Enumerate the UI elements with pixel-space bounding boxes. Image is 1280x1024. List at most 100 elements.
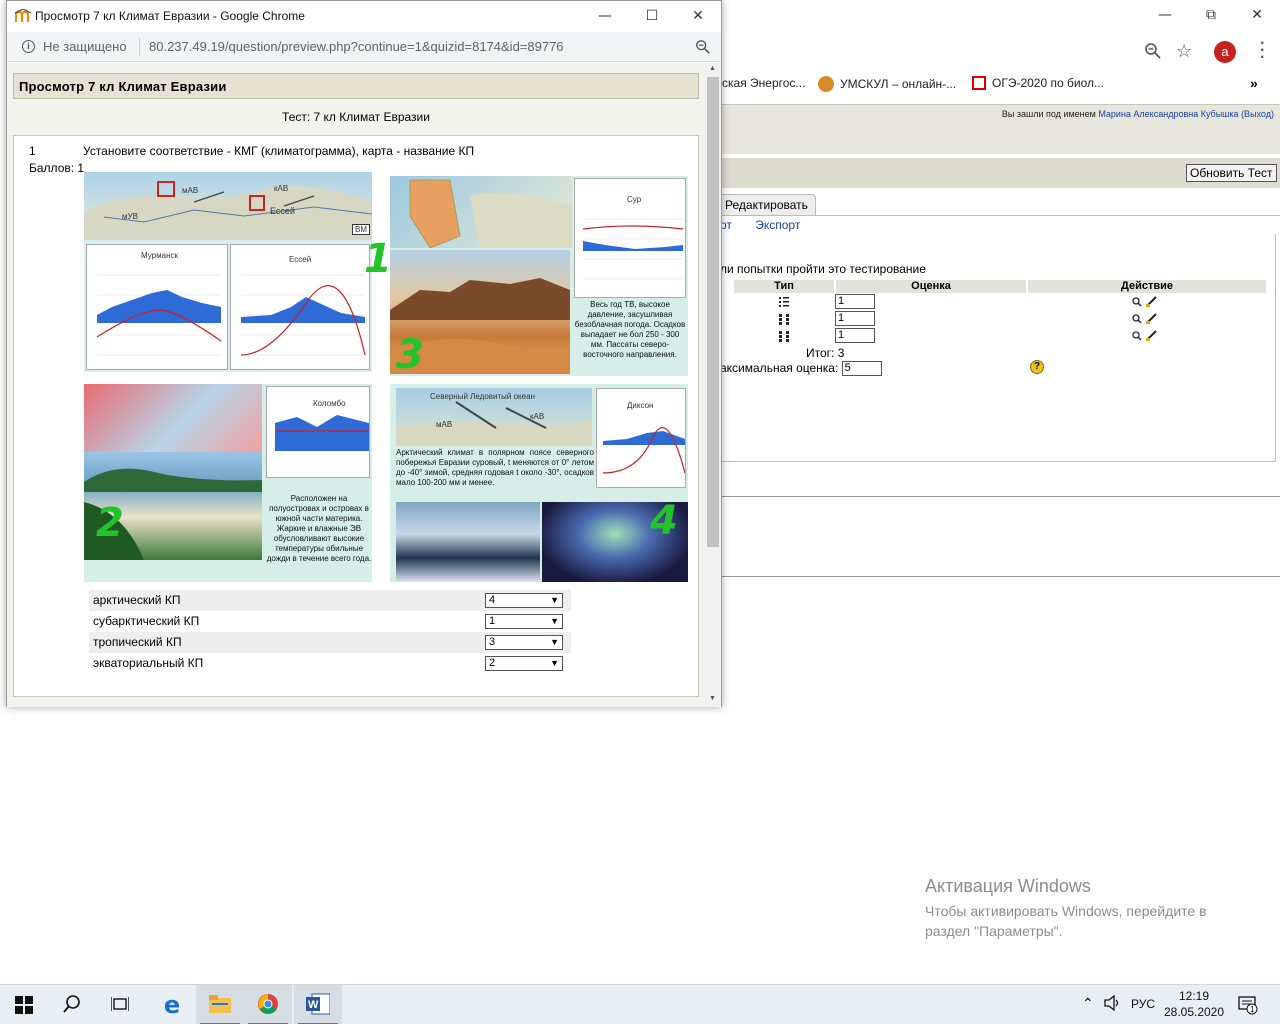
max-grade-input[interactable]: 5 xyxy=(841,361,882,377)
popup-title-text: Просмотр 7 кл Климат Евразии - Google Ch… xyxy=(35,9,305,23)
question-text: Установите соответствие - КМГ (климатогр… xyxy=(83,144,475,158)
menu-icon[interactable]: · · · xyxy=(1260,36,1265,66)
grade-input[interactable]: 1 xyxy=(835,294,875,309)
sub-tabs: рт Экспорт xyxy=(720,218,800,232)
restore-button[interactable]: ⧉ xyxy=(1188,0,1234,30)
clock-date: 28.05.2020 xyxy=(1163,1005,1225,1019)
popup-scrollbar[interactable]: ▲ ▼ xyxy=(705,63,721,707)
divider xyxy=(720,496,1280,497)
browser-toolbar: ☆ а · · · xyxy=(720,34,1280,70)
match-select[interactable]: 1 ▼ xyxy=(485,614,563,629)
language-indicator[interactable]: РУС xyxy=(1131,997,1155,1011)
zoom-icon[interactable] xyxy=(695,39,711,58)
grade-input[interactable]: 1 xyxy=(835,311,875,326)
edge-icon: e xyxy=(163,991,181,1019)
close-button[interactable]: ✕ xyxy=(1234,0,1280,30)
panel-number-2: 2 xyxy=(96,500,124,546)
scroll-up-icon[interactable]: ▲ xyxy=(709,65,716,72)
preview-icon[interactable] xyxy=(1132,331,1142,344)
map-label-kav: кАВ xyxy=(274,184,289,193)
taskbar-word[interactable]: W xyxy=(294,985,342,1024)
svg-text:W: W xyxy=(308,999,319,1011)
match-row: арктический КП 4 ▼ xyxy=(89,590,571,611)
match-table: арктический КП 4 ▼ субарктический КП 1 ▼ т… xyxy=(89,590,571,674)
logged-in-info: Вы зашли под именем Марина Александровна… xyxy=(1002,109,1274,119)
desc-tropic: Весь год ТВ, высокое давление, засушлива… xyxy=(574,300,686,359)
search-button[interactable] xyxy=(48,985,96,1024)
edit-icon[interactable] xyxy=(1146,296,1157,310)
question-points: Баллов: 1 xyxy=(29,161,85,175)
tab-divider xyxy=(720,215,1280,216)
volume-icon[interactable] xyxy=(1104,994,1122,1014)
refresh-test-button[interactable]: Обновить Тест xyxy=(1186,164,1277,182)
arctic-ocean-label: Северный Ледовитый океан xyxy=(430,392,535,401)
match-row: субарктический КП 1 ▼ xyxy=(89,611,571,632)
popup-maximize-button[interactable]: ☐ xyxy=(629,1,675,31)
popup-address-bar[interactable]: i Не защищено 80.237.49.19/question/prev… xyxy=(7,32,721,62)
match-select-value: 4 xyxy=(489,594,496,606)
preview-icon[interactable] xyxy=(1132,314,1142,327)
attempts-text: ли попытки пройти это тестирование xyxy=(720,262,926,276)
scroll-down-icon[interactable]: ▼ xyxy=(709,695,716,702)
word-icon: W xyxy=(306,993,331,1018)
match-label: арктический КП xyxy=(93,593,181,607)
logout-link[interactable]: (Выход) xyxy=(1241,109,1274,119)
match-select[interactable]: 2 ▼ xyxy=(485,656,563,671)
popup-close-button[interactable]: ✕ xyxy=(675,1,721,31)
match-select[interactable]: 4 ▼ xyxy=(485,593,563,608)
info-icon[interactable]: i xyxy=(22,40,35,53)
match-label: тропический КП xyxy=(93,635,182,649)
match-select-value: 2 xyxy=(489,657,496,669)
more-bookmarks-icon[interactable]: » xyxy=(1250,75,1258,91)
export-link[interactable]: Экспорт xyxy=(755,218,800,232)
dikson-climatogram: Диксон xyxy=(596,388,686,488)
arabia-map xyxy=(390,176,572,249)
desc-equatorial: Расположен на полуостровах и островах в … xyxy=(266,494,372,563)
match-select-value: 1 xyxy=(489,615,496,627)
task-view-button[interactable] xyxy=(96,985,144,1024)
umskul-icon xyxy=(818,76,834,92)
bookmark-item[interactable]: ская Энергос... xyxy=(722,76,805,90)
tab-edit[interactable]: Редактировать xyxy=(718,194,816,216)
bookmark-label: ская Энергос... xyxy=(722,76,806,90)
popup-minimize-button[interactable]: — xyxy=(582,1,628,31)
preview-icon[interactable] xyxy=(1132,297,1142,310)
bookmark-label: УМСКУЛ – онлайн-... xyxy=(840,77,957,91)
max-grade-label: аксимальная оценка: xyxy=(720,361,839,375)
taskbar-explorer[interactable] xyxy=(196,985,244,1024)
bookmark-item[interactable]: УМСКУЛ – онлайн-... xyxy=(818,76,956,92)
bookmark-star-icon[interactable]: ☆ xyxy=(1176,41,1192,62)
windows-activation-watermark: Активация Windows Чтобы активировать Win… xyxy=(925,876,1245,941)
question-box: 1 Баллов: 1 Установите соответствие - КМ… xyxy=(13,135,699,697)
user-link[interactable]: Марина Александровна Кубышка xyxy=(1098,109,1238,119)
start-button[interactable] xyxy=(0,985,48,1024)
match-label: субарктический КП xyxy=(93,614,200,628)
taskbar-edge[interactable]: e xyxy=(148,985,196,1024)
scrollbar-thumb[interactable] xyxy=(707,77,719,547)
panel-equatorial: Коломбо Расположен на полуостровах и ост… xyxy=(84,384,372,582)
match-select[interactable]: 3 ▼ xyxy=(485,635,563,650)
map-label-mav: мАВ xyxy=(182,186,199,195)
map-label-essey: Ессей xyxy=(270,206,295,216)
col-type: Тип xyxy=(734,280,834,293)
help-icon[interactable]: ? xyxy=(1030,360,1044,374)
panel-number-1: 1 xyxy=(364,236,392,282)
clock[interactable]: 12:19 28.05.2020 xyxy=(1162,988,1226,1020)
avatar[interactable]: а xyxy=(1214,41,1236,63)
edit-icon[interactable] xyxy=(1146,313,1157,327)
notification-icon[interactable] xyxy=(1238,995,1258,1018)
zoom-icon[interactable] xyxy=(1144,42,1162,63)
tray-chevron-up-icon[interactable]: ⌃ xyxy=(1082,995,1094,1012)
panel-number-3: 3 xyxy=(396,332,424,378)
chevron-down-icon: ▼ xyxy=(550,637,559,647)
grade-input[interactable]: 1 xyxy=(835,328,875,343)
url-text[interactable]: 80.237.49.19/question/preview.php?contin… xyxy=(149,39,564,54)
match-label: экваториальный КП xyxy=(93,656,204,670)
question-number: 1 xyxy=(29,144,36,158)
bookmark-item[interactable]: ОГЭ-2020 по биол... xyxy=(972,76,1104,90)
ice-photo xyxy=(396,502,540,582)
minimize-button[interactable]: — xyxy=(1142,0,1188,30)
chevron-down-icon: ▼ xyxy=(550,616,559,626)
taskbar-chrome[interactable] xyxy=(244,985,292,1024)
edit-icon[interactable] xyxy=(1146,330,1157,344)
